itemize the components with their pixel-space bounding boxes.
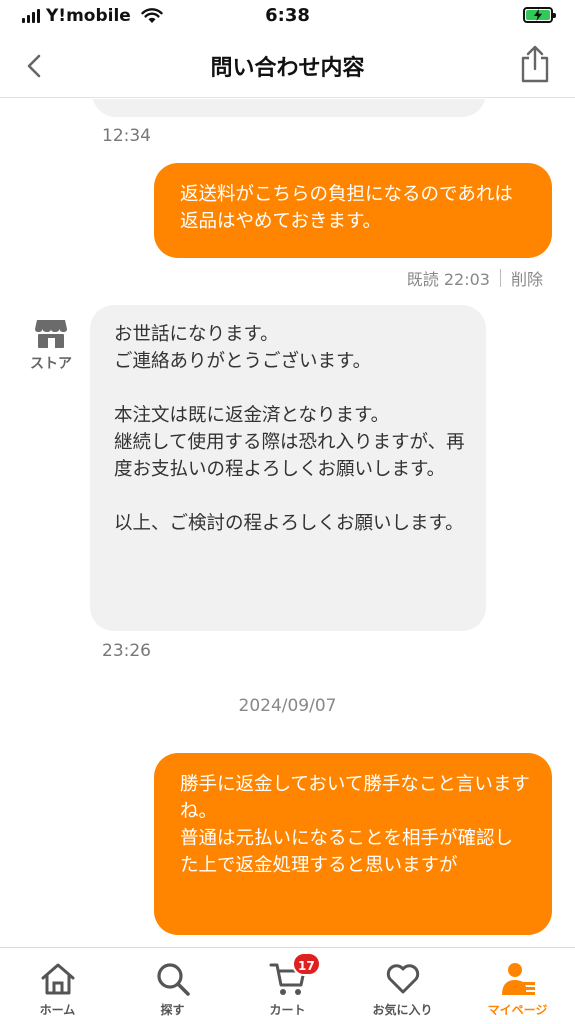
store-avatar[interactable]: ストア	[24, 319, 78, 373]
message-text: 勝手に返金しておいて勝手なこと言いますね。 普通は元払いになることを相手が確認し…	[180, 774, 530, 876]
my-message-bubble[interactable]: 勝手に返金しておいて勝手なこと言いますね。 普通は元払いになることを相手が確認し…	[154, 753, 552, 935]
delete-link[interactable]: 削除	[511, 266, 543, 290]
status-bar: Y!mobile 6:38	[0, 0, 575, 34]
store-icon	[35, 320, 67, 348]
message-meta: 既読 22:03 削除	[407, 266, 543, 290]
page-title: 問い合わせ内容	[210, 56, 365, 81]
tab-search[interactable]: 探す	[115, 948, 230, 1024]
read-status: 既読 22:03	[406, 270, 490, 289]
battery-icon	[523, 7, 556, 23]
tab-label: ホーム	[39, 1003, 76, 1017]
store-message-bubble[interactable]: お世話になります。 ご連絡ありがとうございます。 本注文は既に返金済となります。…	[90, 305, 486, 631]
charging-bolt-icon	[534, 9, 542, 21]
heart-icon	[383, 960, 423, 998]
message-text: 返送料がこちらの負担になるのであれは返品はやめておきます。	[180, 184, 513, 232]
tab-mypage[interactable]: マイページ	[460, 948, 575, 1024]
share-button[interactable]	[517, 44, 553, 84]
tab-favorites[interactable]: お気に入り	[345, 948, 460, 1024]
nav-header: 問い合わせ内容	[0, 34, 575, 98]
date-separator: 2024/09/07	[238, 696, 337, 716]
tab-label: 探す	[160, 1003, 185, 1017]
chat-thread[interactable]: 12:34 返送料がこちらの負担になるのであれは返品はやめておきます。 既読 2…	[0, 99, 575, 947]
store-label: ストア	[30, 356, 72, 372]
search-icon	[153, 960, 193, 998]
tab-home[interactable]: ホーム	[0, 948, 115, 1024]
tab-label: カート	[269, 1003, 306, 1017]
message-text: お世話になります。 ご連絡ありがとうございます。 本注文は既に返金済となります。…	[114, 324, 465, 534]
user-icon	[498, 960, 538, 998]
message-time: 23:26	[102, 641, 151, 661]
my-message-bubble[interactable]: 返送料がこちらの負担になるのであれは返品はやめておきます。	[154, 163, 552, 258]
tab-cart[interactable]: 17 カート	[230, 948, 345, 1024]
divider	[499, 269, 501, 287]
message-time: 12:34	[102, 126, 151, 146]
home-icon	[38, 960, 78, 998]
tab-label: マイページ	[487, 1003, 548, 1017]
tab-label: お気に入り	[372, 1003, 433, 1017]
cart-count-badge: 17	[292, 952, 321, 976]
tab-bar: ホーム 探す 17 カート お気に入り マイページ	[0, 947, 575, 1024]
clock: 6:38	[265, 5, 310, 26]
share-icon	[521, 45, 549, 83]
previous-message-bubble	[92, 99, 486, 117]
